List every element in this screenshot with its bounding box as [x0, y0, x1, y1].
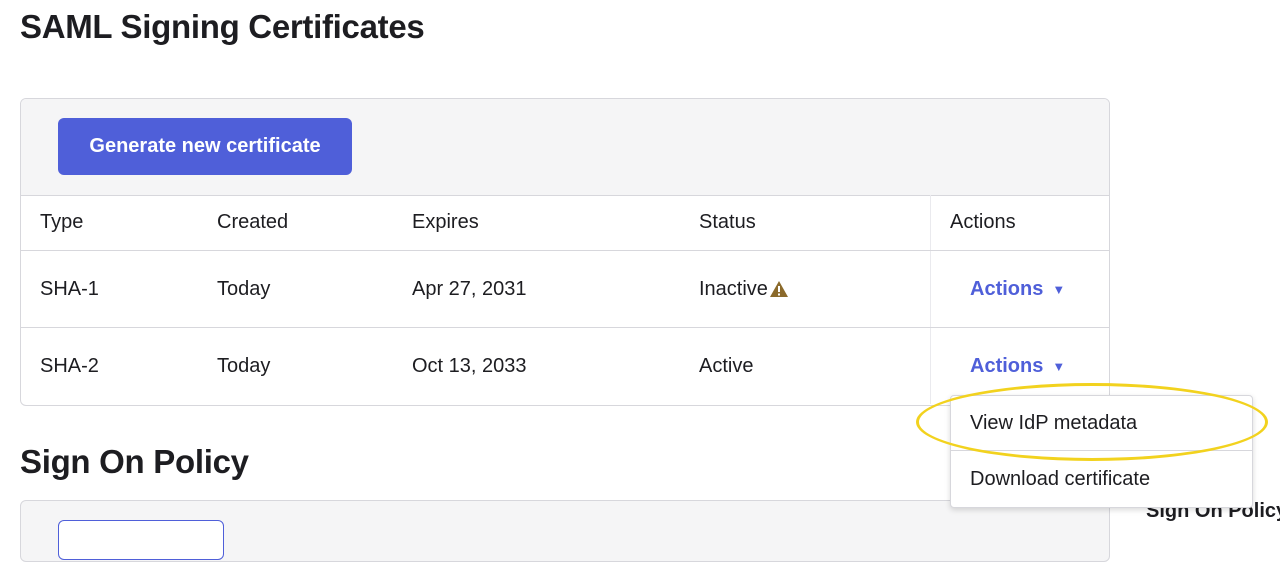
panel-toolbar: Generate new certificate [21, 99, 1109, 196]
menu-item-download-certificate[interactable]: Download certificate [951, 452, 1252, 507]
column-divider [930, 328, 931, 404]
sign-on-policy-panel [20, 500, 1110, 562]
status-text: Inactive [699, 277, 768, 300]
cell-expires: Apr 27, 2031 [412, 277, 527, 300]
section-title-sign-on-policy: Sign On Policy [20, 443, 249, 480]
page-title: SAML Signing Certificates [20, 8, 425, 45]
header-created: Created [217, 211, 289, 233]
cell-status: Active [699, 354, 754, 377]
actions-dropdown-button[interactable]: Actions ▼ [970, 278, 1065, 301]
actions-label: Actions [970, 354, 1044, 377]
header-expires: Expires [412, 211, 479, 233]
warning-icon [769, 280, 789, 298]
header-status: Status [699, 211, 756, 233]
row-actions: Actions ▼ [970, 328, 1065, 404]
caret-down-icon: ▼ [1052, 358, 1066, 374]
cell-created: Today [217, 354, 271, 377]
actions-dropdown-button[interactable]: Actions ▼ [970, 355, 1065, 378]
cell-created: Today [217, 277, 271, 300]
table-row: SHA-2 Today Oct 13, 2033 Active Actions … [21, 328, 1109, 404]
caret-down-icon: ▼ [1052, 281, 1066, 297]
actions-menu: View IdP metadata Download certificate [950, 395, 1253, 508]
row-actions: Actions ▼ [970, 251, 1065, 327]
certificates-panel: Generate new certificate Type Created Ex… [20, 98, 1110, 406]
column-divider [930, 251, 931, 327]
cell-type: SHA-1 [40, 277, 99, 300]
menu-item-view-idp-metadata[interactable]: View IdP metadata [951, 396, 1252, 451]
header-actions: Actions [950, 211, 1016, 233]
column-divider [930, 195, 931, 250]
cell-expires: Oct 13, 2033 [412, 354, 527, 377]
cell-type: SHA-2 [40, 354, 99, 377]
table-header: Type Created Expires Status Actions [21, 195, 1109, 251]
table-row: SHA-1 Today Apr 27, 2031 Inactive Action… [21, 251, 1109, 328]
cell-status: Inactive [699, 251, 789, 327]
actions-label: Actions [970, 277, 1044, 300]
header-type: Type [40, 211, 84, 233]
generate-certificate-button[interactable]: Generate new certificate [58, 118, 352, 175]
sign-on-policy-button[interactable] [58, 520, 224, 560]
